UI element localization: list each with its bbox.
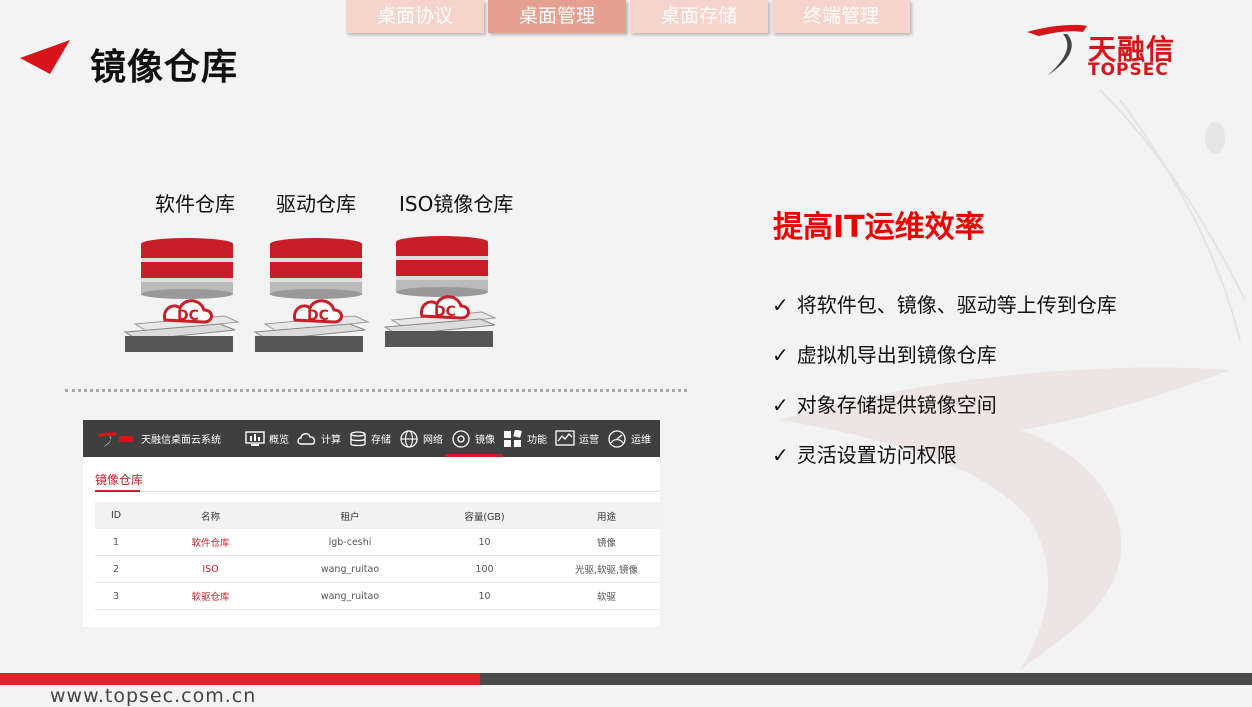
repo-illustration-iso: DC <box>382 232 512 357</box>
nav-operations[interactable]: 运营 <box>555 420 599 457</box>
monitor-icon <box>245 430 265 446</box>
page-title: 镜像仓库 <box>90 47 239 88</box>
repo-label-iso: ISO镜像仓库 <box>399 192 514 216</box>
tab-desktop-storage[interactable]: 桌面存储 <box>630 0 768 33</box>
tab-terminal-management[interactable]: 终端管理 <box>772 0 910 33</box>
svg-text:DC: DC <box>177 308 199 324</box>
nav-label: 镜像 <box>475 435 495 446</box>
col-header-name[interactable]: 名称 <box>137 502 284 529</box>
grid-icon <box>504 429 522 447</box>
col-header-capacity[interactable]: 容量(GB) <box>416 502 553 529</box>
cell-usage: 软驱 <box>553 582 660 610</box>
col-header-id[interactable]: ID <box>95 502 137 529</box>
benefit-list: ✓ 将软件包、镜像、驱动等上传到仓库 ✓ 虚拟机导出到镜像仓库 ✓ 对象存储提供镜像空… <box>772 290 1117 490</box>
nav-label: 计算 <box>321 435 341 446</box>
benefit-item: ✓ 将软件包、镜像、驱动等上传到仓库 <box>772 290 1117 340</box>
chart-icon <box>555 429 575 446</box>
benefit-text: 将软件包、镜像、驱动等上传到仓库 <box>796 293 1117 317</box>
nav-maintenance[interactable]: 运维 <box>607 420 651 457</box>
section-title: 镜像仓库 <box>95 473 144 487</box>
table-row[interactable]: 2 ISO wang_ruitao 100 光驱,软驱,镜像 <box>95 555 660 583</box>
cell-id: 2 <box>95 555 137 583</box>
benefit-item: ✓ 对象存储提供镜像空间 <box>772 390 1117 440</box>
title-arrow-icon <box>20 40 70 74</box>
table-header-row: ID 名称 租户 容量(GB) 用途 <box>95 502 660 529</box>
nav-label: 运维 <box>631 435 651 446</box>
check-icon: ✓ <box>772 343 789 367</box>
section-divider <box>65 389 687 392</box>
benefit-title: 提高IT运维效率 <box>773 210 985 245</box>
repo-illustration-driver: DC <box>250 232 380 357</box>
nav-features[interactable]: 功能 <box>503 420 547 457</box>
nav-label: 功能 <box>527 435 547 446</box>
database-icon <box>350 430 366 446</box>
cell-usage: 镜像 <box>553 529 660 556</box>
repo-label-driver: 驱动仓库 <box>276 192 356 216</box>
cell-id: 3 <box>95 582 137 610</box>
nav-label: 网络 <box>423 435 443 446</box>
cloud-icon <box>297 432 316 445</box>
cell-name-link[interactable]: 软驱仓库 <box>137 582 284 610</box>
nav-compute[interactable]: 计算 <box>297 420 341 457</box>
section-underline <box>95 490 140 492</box>
footer-bar-red <box>0 673 480 685</box>
app-name: 天融信桌面云系统 <box>141 435 221 446</box>
cell-tenant: wang_ruitao <box>284 582 416 610</box>
cell-tenant: lgb-ceshi <box>284 529 416 556</box>
gauge-icon <box>608 429 626 448</box>
svg-text:DC: DC <box>307 308 329 324</box>
svg-text:DC: DC <box>434 304 456 320</box>
repo-label-software: 软件仓库 <box>155 192 235 216</box>
disc-icon <box>452 429 470 448</box>
cell-capacity: 100 <box>416 555 553 583</box>
nav-label: 概览 <box>269 435 289 446</box>
col-header-tenant[interactable]: 租户 <box>284 502 416 529</box>
check-icon: ✓ <box>772 393 789 417</box>
globe-icon <box>400 429 418 448</box>
table-row[interactable]: 1 软件仓库 lgb-ceshi 10 镜像 <box>95 529 660 556</box>
check-icon: ✓ <box>772 293 789 317</box>
nav-network[interactable]: 网络 <box>399 420 443 457</box>
nav-image[interactable]: 镜像 <box>445 420 503 457</box>
cell-capacity: 10 <box>416 529 553 556</box>
app-window: 天融信桌面云系统 概览 计算 存储 网络 镜像 功能 运营 运维 镜像仓库 ID… <box>83 420 660 627</box>
col-header-usage[interactable]: 用途 <box>553 502 660 529</box>
app-top-bar: 天融信桌面云系统 概览 计算 存储 网络 镜像 功能 运营 运维 <box>83 420 660 457</box>
cell-tenant: wang_ruitao <box>284 555 416 583</box>
footer-url: www.topsec.com.cn <box>50 685 257 707</box>
repo-illustration-software: DC <box>120 232 250 357</box>
cell-usage: 光驱,软驱,镜像 <box>553 555 660 583</box>
benefit-text: 虚拟机导出到镜像仓库 <box>796 343 997 367</box>
top-tab-bar: 桌面协议 桌面管理 桌面存储 终端管理 <box>346 0 910 33</box>
database-server-icon: DC <box>383 236 497 347</box>
logo-english-text: TOPSEC <box>1088 60 1169 80</box>
cell-name-link[interactable]: ISO <box>137 555 284 583</box>
benefit-item: ✓ 虚拟机导出到镜像仓库 <box>772 340 1117 390</box>
benefit-item: ✓ 灵活设置访问权限 <box>772 440 1117 490</box>
cell-name-link[interactable]: 软件仓库 <box>137 529 284 556</box>
tab-desktop-management[interactable]: 桌面管理 <box>488 0 626 33</box>
nav-label: 运营 <box>579 435 599 446</box>
nav-overview[interactable]: 概览 <box>245 420 289 457</box>
nav-label: 存储 <box>371 435 391 446</box>
benefit-text: 灵活设置访问权限 <box>796 443 957 467</box>
database-server-icon: DC <box>253 238 370 352</box>
nav-storage[interactable]: 存储 <box>349 420 391 457</box>
section-line <box>95 491 660 492</box>
database-server-icon: DC <box>123 238 240 352</box>
cell-capacity: 10 <box>416 582 553 610</box>
benefit-text: 对象存储提供镜像空间 <box>796 393 997 417</box>
footer-bar-dark <box>480 673 1252 685</box>
table-row[interactable]: 3 软驱仓库 wang_ruitao 10 软驱 <box>95 582 660 610</box>
cell-id: 1 <box>95 529 137 556</box>
check-icon: ✓ <box>772 443 789 467</box>
tab-desktop-protocol[interactable]: 桌面协议 <box>346 0 484 33</box>
app-logo-icon <box>97 431 133 447</box>
repo-table: ID 名称 租户 容量(GB) 用途 1 软件仓库 lgb-ceshi 10 镜… <box>95 502 660 610</box>
